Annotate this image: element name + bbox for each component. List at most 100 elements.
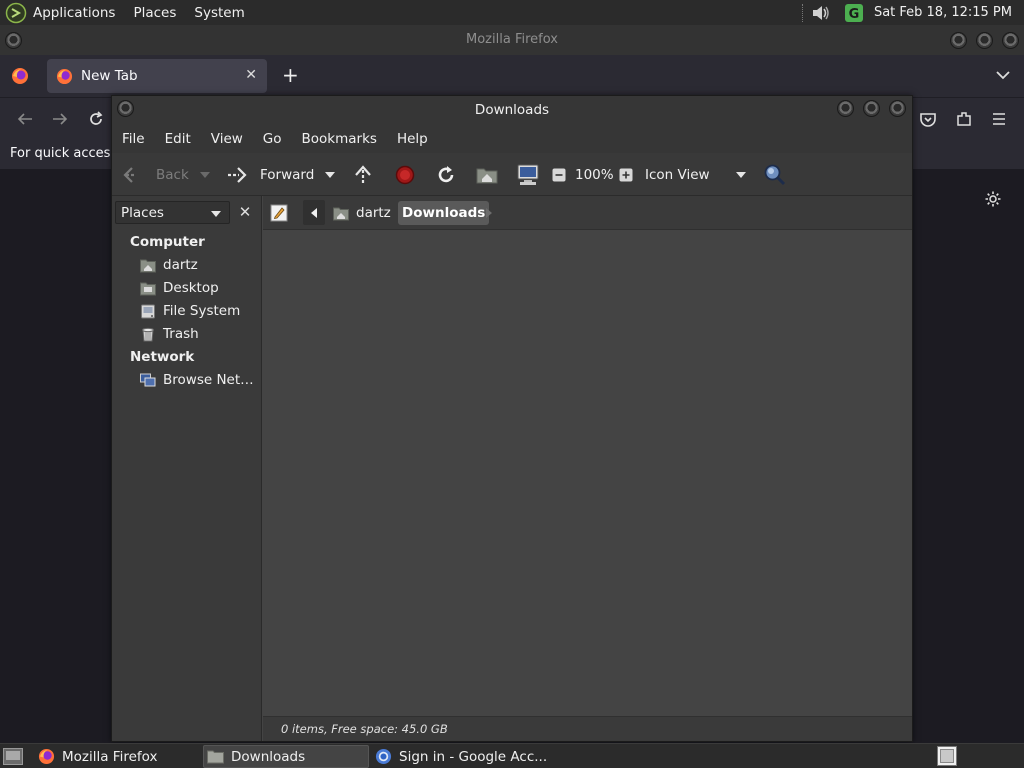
task-label: Downloads bbox=[231, 748, 306, 765]
up-button[interactable] bbox=[353, 153, 373, 196]
zoom-level-label: 100% bbox=[575, 166, 614, 183]
sidebar-heading-network: Network bbox=[130, 349, 195, 365]
sidebar-type-label: Places bbox=[121, 205, 164, 221]
sidebar-item-browse-network[interactable]: Browse Net… bbox=[140, 370, 260, 390]
firefox-tabbar: New Tab ✕ + bbox=[0, 55, 1024, 97]
workspace-1-thumbnail bbox=[940, 749, 954, 763]
sidebar-close-icon[interactable]: ✕ bbox=[234, 201, 256, 224]
mate-logo-icon[interactable] bbox=[5, 2, 27, 24]
tab-close-icon[interactable]: ✕ bbox=[245, 67, 257, 83]
firefox-titlebar[interactable]: Mozilla Firefox bbox=[0, 25, 1024, 55]
close-button[interactable] bbox=[1002, 32, 1019, 49]
sidebar-item-label: Desktop bbox=[163, 280, 219, 296]
stop-button[interactable] bbox=[395, 153, 415, 196]
system-menu[interactable]: System bbox=[194, 5, 244, 21]
sidebar-item-dartz[interactable]: dartz bbox=[140, 255, 260, 275]
file-manager-menubar: File Edit View Go Bookmarks Help bbox=[112, 124, 912, 153]
extensions-icon[interactable] bbox=[955, 110, 973, 128]
sidebar-select-arrow-icon bbox=[211, 211, 221, 217]
menu-edit[interactable]: Edit bbox=[165, 131, 191, 147]
window-menu-button[interactable] bbox=[117, 100, 134, 117]
new-tab-button[interactable]: + bbox=[282, 63, 299, 87]
zoom-out-button[interactable] bbox=[552, 153, 566, 196]
home-button[interactable] bbox=[476, 153, 498, 196]
list-all-tabs-icon[interactable] bbox=[996, 70, 1010, 80]
menu-file[interactable]: File bbox=[122, 131, 145, 147]
zoom-in-button[interactable] bbox=[619, 153, 633, 196]
places-sidebar: Places ✕ Computer dartz Desktop File Sys… bbox=[112, 196, 262, 741]
workspace-switcher[interactable] bbox=[937, 746, 957, 766]
firefox-view-icon[interactable] bbox=[11, 67, 29, 85]
tab-new-tab[interactable]: New Tab ✕ bbox=[47, 59, 267, 93]
reload-button[interactable] bbox=[435, 153, 457, 196]
task-downloads[interactable]: Downloads bbox=[203, 745, 369, 768]
panel-tray: G Sat Feb 18, 12:15 PM bbox=[801, 0, 1024, 25]
view-mode-select[interactable]: Icon View bbox=[645, 153, 710, 196]
settings-gear-icon[interactable] bbox=[984, 190, 1002, 208]
menu-help[interactable]: Help bbox=[397, 131, 428, 147]
back-dropdown-arrow-icon bbox=[200, 171, 210, 178]
hard-drive-icon bbox=[141, 304, 155, 318]
network-icon bbox=[140, 373, 156, 386]
minimize-button[interactable] bbox=[950, 32, 967, 49]
forward-button[interactable]: Forward bbox=[225, 153, 314, 196]
search-button[interactable] bbox=[763, 153, 787, 196]
applications-menu[interactable]: Applications bbox=[33, 5, 115, 21]
close-button[interactable] bbox=[889, 100, 906, 117]
svg-text:G: G bbox=[849, 7, 860, 22]
back-arrow-icon[interactable] bbox=[16, 110, 34, 128]
home-folder-icon bbox=[140, 259, 156, 272]
arrow-left-icon bbox=[311, 207, 317, 218]
maximize-button[interactable] bbox=[976, 32, 993, 49]
view-mode-dropdown[interactable] bbox=[736, 153, 746, 196]
update-notifier-icon[interactable]: G bbox=[844, 3, 864, 23]
sidebar-item-desktop[interactable]: Desktop bbox=[140, 278, 260, 298]
sidebar-heading-computer: Computer bbox=[130, 234, 205, 250]
path-scroll-right-button[interactable] bbox=[485, 200, 493, 225]
toggle-location-entry-button[interactable] bbox=[270, 200, 288, 225]
forward-dropdown-arrow-icon bbox=[325, 171, 335, 178]
pocket-icon[interactable] bbox=[919, 110, 937, 128]
crumb-dartz[interactable]: dartz bbox=[333, 201, 391, 225]
menu-go[interactable]: Go bbox=[263, 131, 282, 147]
window-menu-button[interactable] bbox=[5, 32, 22, 49]
reload-icon[interactable] bbox=[87, 110, 105, 128]
app-menu-icon[interactable] bbox=[991, 111, 1007, 127]
reload-icon bbox=[438, 165, 454, 182]
sidebar-type-select[interactable]: Places bbox=[115, 201, 230, 224]
volume-icon[interactable] bbox=[810, 2, 832, 24]
back-button[interactable]: Back bbox=[122, 153, 189, 196]
status-text: 0 items, Free space: 45.0 GB bbox=[281, 722, 448, 736]
desktop-folder-icon bbox=[140, 282, 156, 295]
edit-location-icon bbox=[270, 204, 288, 221]
file-manager-window-title: Downloads bbox=[474, 102, 550, 118]
file-view-area[interactable] bbox=[263, 230, 912, 716]
stop-icon bbox=[395, 165, 415, 184]
sidebar-item-label: dartz bbox=[163, 257, 198, 273]
computer-button[interactable] bbox=[516, 153, 540, 196]
file-manager-titlebar[interactable]: Downloads bbox=[112, 96, 912, 124]
crumb-downloads[interactable]: Downloads bbox=[398, 201, 490, 225]
firefox-window-title: Mozilla Firefox bbox=[466, 32, 558, 47]
back-history-dropdown[interactable] bbox=[200, 153, 210, 196]
show-desktop-icon[interactable] bbox=[3, 748, 23, 765]
sidebar-item-trash[interactable]: Trash bbox=[140, 324, 260, 344]
zoom-level[interactable]: 100% bbox=[575, 153, 614, 196]
task-label: Mozilla Firefox bbox=[62, 748, 158, 765]
task-sign-in-google[interactable]: Sign in - Google Acc... bbox=[372, 745, 572, 768]
menu-view[interactable]: View bbox=[211, 131, 243, 147]
maximize-button[interactable] bbox=[863, 100, 880, 117]
panel-separator bbox=[801, 3, 804, 22]
menu-bookmarks[interactable]: Bookmarks bbox=[302, 131, 377, 147]
sidebar-item-file-system[interactable]: File System bbox=[140, 301, 260, 321]
firefox-icon bbox=[38, 748, 55, 765]
forward-history-dropdown[interactable] bbox=[325, 153, 335, 196]
forward-arrow-icon[interactable] bbox=[51, 110, 69, 128]
up-icon bbox=[355, 164, 371, 184]
minimize-button[interactable] bbox=[837, 100, 854, 117]
places-menu[interactable]: Places bbox=[133, 5, 176, 21]
path-scroll-left-button[interactable] bbox=[303, 200, 325, 225]
task-mozilla-firefox[interactable]: Mozilla Firefox bbox=[35, 745, 200, 768]
panel-clock[interactable]: Sat Feb 18, 12:15 PM bbox=[874, 5, 1012, 20]
home-folder-icon bbox=[476, 168, 498, 183]
